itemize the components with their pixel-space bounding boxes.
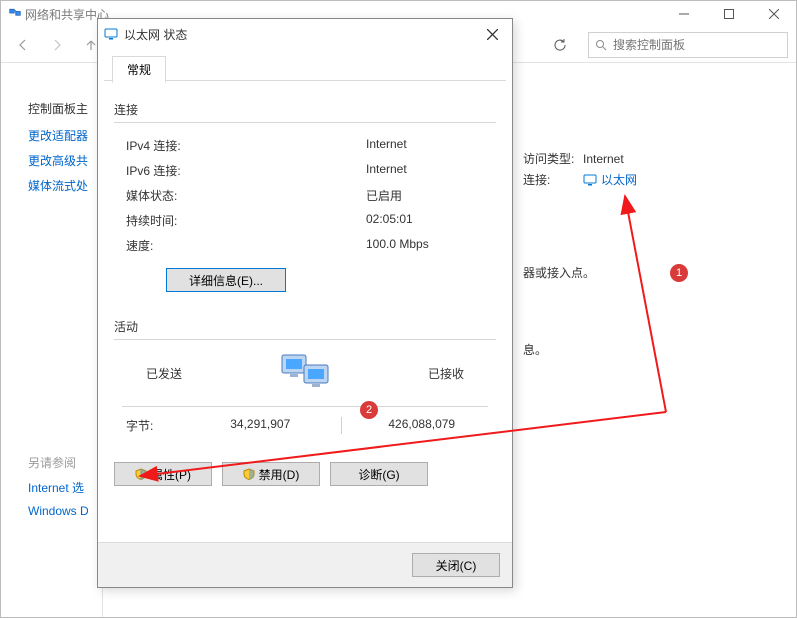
search-icon bbox=[595, 39, 607, 51]
monitor-icon bbox=[583, 173, 597, 187]
connections-label: 连接: bbox=[523, 171, 583, 188]
ethernet-status-dialog: 以太网 状态 常规 连接 IPv4 连接:Internet IPv6 连接:In… bbox=[97, 18, 513, 588]
bytes-label: 字节: bbox=[126, 417, 186, 434]
bytes-sent-value: 34,291,907 bbox=[186, 417, 335, 434]
speed-value: 100.0 Mbps bbox=[366, 237, 496, 254]
dialog-title: 以太网 状态 bbox=[124, 26, 478, 43]
annotation-badge-1: 1 bbox=[670, 264, 688, 282]
section-connection-label: 连接 bbox=[114, 101, 496, 118]
dialog-close-button[interactable] bbox=[478, 22, 506, 46]
diagnose-button[interactable]: 诊断(G) bbox=[330, 462, 428, 486]
content-fragment-1: 器或接入点。 bbox=[523, 264, 595, 281]
shield-icon bbox=[243, 468, 255, 480]
speed-label: 速度: bbox=[126, 237, 366, 254]
activity-computers-icon bbox=[275, 350, 335, 396]
details-button[interactable]: 详细信息(E)... bbox=[166, 268, 286, 292]
access-type-value: Internet bbox=[583, 152, 624, 166]
shield-icon bbox=[135, 468, 147, 480]
properties-button[interactable]: 属性(P) bbox=[114, 462, 212, 486]
activity-divider bbox=[341, 417, 342, 434]
dialog-body: 连接 IPv4 连接:Internet IPv6 连接:Internet 媒体状… bbox=[98, 81, 512, 502]
sent-label: 已发送 bbox=[114, 365, 214, 382]
section-activity-label: 活动 bbox=[114, 318, 496, 335]
dialog-tabbar: 常规 bbox=[104, 55, 506, 81]
bytes-recv-value: 426,088,079 bbox=[348, 417, 497, 434]
minimize-button[interactable] bbox=[661, 1, 706, 27]
sidebar-inetopts-link[interactable]: Internet 选 bbox=[28, 479, 98, 496]
sidebar-advanced-link[interactable]: 更改高级共 bbox=[28, 152, 98, 169]
app-icon bbox=[9, 7, 21, 22]
nav-forward-button[interactable] bbox=[43, 31, 71, 59]
duration-value: 02:05:01 bbox=[366, 212, 496, 229]
separator bbox=[122, 406, 488, 407]
sidebar-streaming-link[interactable]: 媒体流式处 bbox=[28, 177, 98, 194]
ipv6-label: IPv6 连接: bbox=[126, 162, 366, 179]
media-value: 已启用 bbox=[366, 187, 496, 204]
ipv4-value: Internet bbox=[366, 137, 496, 154]
separator bbox=[114, 339, 496, 340]
disable-button-label: 禁用(D) bbox=[259, 466, 300, 483]
ipv4-label: IPv4 连接: bbox=[126, 137, 366, 154]
annotation-badge-2: 2 bbox=[360, 401, 378, 419]
close-dialog-button[interactable]: 关闭(C) bbox=[412, 553, 500, 577]
search-input[interactable] bbox=[613, 38, 781, 52]
sidebar-adapter-link[interactable]: 更改适配器 bbox=[28, 127, 98, 144]
refresh-button[interactable] bbox=[546, 31, 574, 59]
content-fragment-2: 息。 bbox=[523, 341, 595, 358]
dialog-footer: 关闭(C) bbox=[98, 542, 512, 587]
maximize-button[interactable] bbox=[706, 1, 751, 27]
properties-button-label: 属性(P) bbox=[151, 466, 191, 483]
dialog-titlebar[interactable]: 以太网 状态 bbox=[98, 19, 512, 49]
recv-label: 已接收 bbox=[396, 365, 496, 382]
tab-general[interactable]: 常规 bbox=[112, 56, 166, 83]
nav-back-button[interactable] bbox=[9, 31, 37, 59]
connection-link[interactable]: 以太网 bbox=[583, 171, 637, 188]
close-button[interactable] bbox=[751, 1, 796, 27]
search-box[interactable] bbox=[588, 32, 788, 58]
connection-link-text: 以太网 bbox=[601, 171, 637, 188]
ipv6-value: Internet bbox=[366, 162, 496, 179]
sidebar-seealso-label: 另请参阅 bbox=[28, 454, 98, 471]
separator bbox=[114, 122, 496, 123]
access-type-label: 访问类型: bbox=[523, 150, 583, 167]
sidebar-home-link[interactable]: 控制面板主 bbox=[28, 100, 98, 117]
sidebar-windows-link[interactable]: Windows D bbox=[28, 504, 98, 518]
disable-button[interactable]: 禁用(D) bbox=[222, 462, 320, 486]
duration-label: 持续时间: bbox=[126, 212, 366, 229]
sidebar: 控制面板主 更改适配器 更改高级共 媒体流式处 另请参阅 Internet 选 … bbox=[2, 64, 102, 617]
media-label: 媒体状态: bbox=[126, 187, 366, 204]
monitor-icon bbox=[104, 27, 118, 41]
